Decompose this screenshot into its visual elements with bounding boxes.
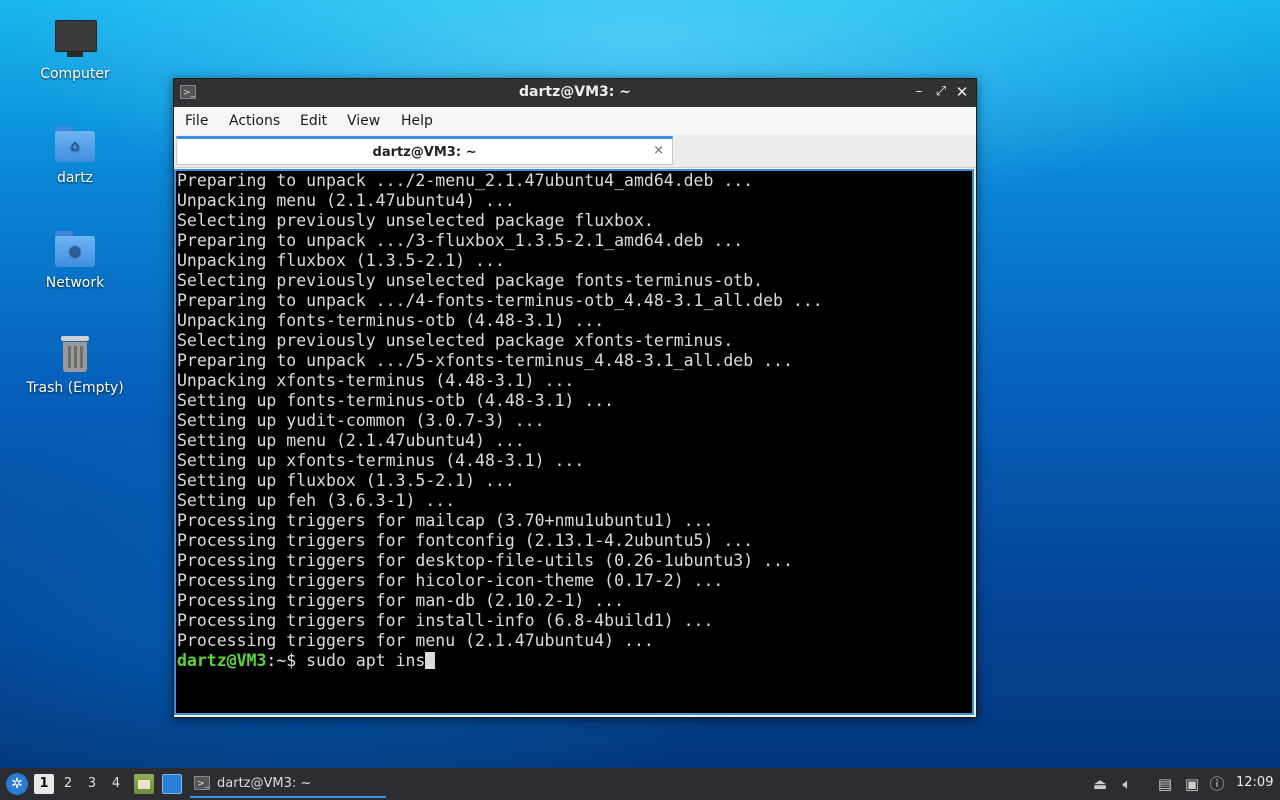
close-button[interactable]: ✕ — [953, 83, 971, 101]
terminal-line: Setting up fonts-terminus-otb (4.48-3.1)… — [177, 391, 615, 410]
terminal-prompt-line[interactable]: dartz@VM3:~$ sudo apt ins — [177, 651, 823, 671]
menu-view[interactable]: View — [347, 113, 380, 129]
desktop-icon-label: Computer — [40, 66, 110, 82]
terminal-line: Processing triggers for man-db (2.10.2-1… — [177, 591, 625, 610]
terminal-line: Unpacking xfonts-terminus (4.48-3.1) ... — [177, 371, 575, 390]
terminal-cursor — [425, 652, 436, 669]
terminal-line: Setting up fluxbox (1.3.5-2.1) ... — [177, 471, 515, 490]
terminal-line: Preparing to unpack .../3-fluxbox_1.3.5-… — [177, 231, 744, 250]
terminal-line: Preparing to unpack .../2-menu_2.1.47ubu… — [177, 171, 754, 190]
terminal-line: Preparing to unpack .../4-fonts-terminus… — [177, 291, 823, 310]
notification-icon[interactable]: ⓘ — [1207, 774, 1227, 794]
eject-icon[interactable]: ⏏ — [1090, 774, 1110, 794]
terminal-prompt-symbol: $ — [286, 651, 307, 670]
terminal-line: Processing triggers for desktop-file-uti… — [177, 551, 793, 570]
menu-bar: File Actions Edit View Help — [174, 107, 976, 135]
workspace-1[interactable]: 1 — [34, 774, 54, 794]
clipboard-icon[interactable]: ▤ — [1155, 774, 1175, 794]
menu-edit[interactable]: Edit — [300, 113, 327, 129]
terminal-line: Processing triggers for menu (2.1.47ubun… — [177, 631, 654, 650]
desktop-icon-home[interactable]: ⌂ dartz — [20, 122, 130, 186]
terminal-line: Setting up menu (2.1.47ubuntu4) ... — [177, 431, 525, 450]
desktop-icon-trash[interactable]: Trash (Empty) — [20, 332, 130, 396]
desktop-icon-label: Network — [45, 275, 105, 291]
terminal-line: Unpacking fonts-terminus-otb (4.48-3.1) … — [177, 311, 605, 330]
minimize-button[interactable]: – — [910, 83, 928, 101]
window-title: dartz@VM3: ~ — [519, 84, 631, 100]
terminal-line: Unpacking menu (2.1.47ubuntu4) ... — [177, 191, 515, 210]
terminal-prompt-path: :~ — [266, 651, 287, 670]
workspace-4[interactable]: 4 — [106, 774, 126, 794]
tab-label: dartz@VM3: ~ — [372, 145, 477, 160]
maximize-button[interactable]: ⤢ — [932, 83, 950, 101]
terminal-window: >_ dartz@VM3: ~ – ⤢ ✕ File Actions Edit … — [173, 78, 977, 718]
network-folder-icon: ◍ — [53, 227, 97, 271]
terminal-line: Setting up yudit-common (3.0.7-3) ... — [177, 411, 545, 430]
app-menu-icon[interactable]: ✲ — [6, 773, 28, 795]
trash-icon — [53, 332, 97, 376]
tab-close-icon[interactable]: × — [653, 143, 664, 158]
desktop-icon-label: dartz — [56, 170, 94, 186]
terminal-line: Processing triggers for fontconfig (2.13… — [177, 531, 754, 550]
tab-bar: dartz@VM3: ~ × — [174, 135, 976, 168]
taskbar-item-terminal[interactable]: >_ dartz@VM3: ~ — [190, 770, 386, 798]
home-folder-icon: ⌂ — [53, 122, 97, 166]
desktop-icon-network[interactable]: ◍ Network — [20, 227, 130, 291]
terminal-prompt-user: dartz@VM3 — [177, 651, 267, 670]
file-manager-icon[interactable] — [134, 774, 154, 794]
desktop-icon-computer[interactable]: Computer — [20, 18, 130, 82]
volume-icon[interactable]: 🔈︎ — [1117, 774, 1137, 794]
terminal-line: Processing triggers for mailcap (3.70+nm… — [177, 511, 714, 530]
computer-icon — [53, 18, 97, 62]
terminal-line: Setting up feh (3.6.3-1) ... — [177, 491, 456, 510]
tab-terminal[interactable]: dartz@VM3: ~ × — [176, 136, 673, 165]
workspace-2[interactable]: 2 — [58, 774, 78, 794]
desktop-icon-label: Trash (Empty) — [26, 380, 124, 396]
menu-actions[interactable]: Actions — [229, 113, 280, 129]
terminal-line: Selecting previously unselected package … — [177, 331, 734, 350]
terminal-output[interactable]: Preparing to unpack .../2-menu_2.1.47ubu… — [174, 169, 974, 715]
terminal-input: sudo apt ins — [306, 651, 426, 670]
terminal-line: Setting up xfonts-terminus (4.48-3.1) ..… — [177, 451, 585, 470]
network-icon[interactable]: ▣ — [1182, 774, 1202, 794]
workspace-3[interactable]: 3 — [82, 774, 102, 794]
terminal-icon: >_ — [194, 776, 210, 790]
clock: 12:09 — [1236, 775, 1274, 790]
terminal-line: Processing triggers for hicolor-icon-the… — [177, 571, 724, 590]
window-titlebar[interactable]: >_ dartz@VM3: ~ – ⤢ ✕ — [174, 79, 976, 107]
terminal-line: Selecting previously unselected package … — [177, 271, 764, 290]
terminal-line: Preparing to unpack .../5-xfonts-terminu… — [177, 351, 793, 370]
taskbar: ✲ 1 2 3 4 >_ dartz@VM3: ~ ⏏ 🔈︎ ▤ ▣ ⓘ 12:… — [0, 768, 1280, 800]
terminal-line: Unpacking fluxbox (1.3.5-2.1) ... — [177, 251, 505, 270]
menu-file[interactable]: File — [185, 113, 208, 129]
terminal-line: Processing triggers for install-info (6.… — [177, 611, 714, 630]
show-desktop-icon[interactable] — [162, 774, 182, 794]
terminal-lines: Preparing to unpack .../2-menu_2.1.47ubu… — [177, 171, 823, 671]
terminal-line: Selecting previously unselected package … — [177, 211, 654, 230]
menu-help[interactable]: Help — [401, 113, 433, 129]
taskbar-item-label: dartz@VM3: ~ — [217, 776, 312, 791]
